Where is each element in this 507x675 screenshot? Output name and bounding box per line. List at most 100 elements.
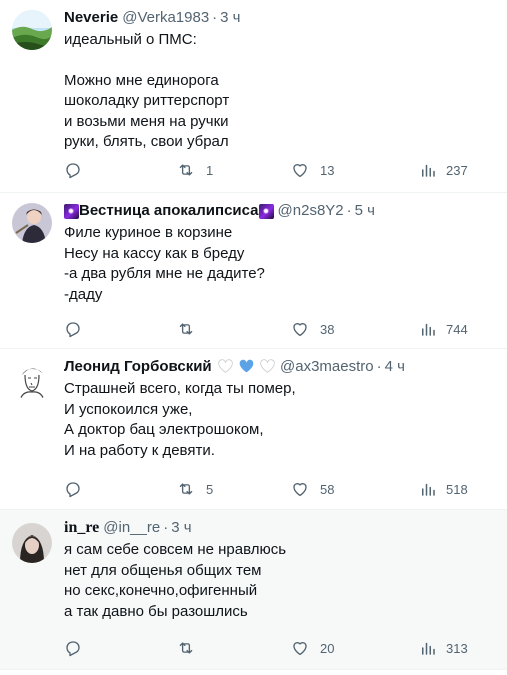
reply-button[interactable] (64, 319, 92, 339)
tweet-header: Neverie @Verka1983 · 3 ч (64, 8, 497, 28)
tweet-line: Страшней всего, когда ты помер, (64, 380, 296, 397)
tweet-actions: 5 58 518 (64, 479, 483, 499)
like-button[interactable]: 38 (290, 319, 334, 339)
tweet-line: нет для общенья общих тем (64, 561, 262, 579)
tweet-header: Вестница апокалипсиса @n2s8Y2 · 5 ч (64, 201, 497, 221)
tweet[interactable]: Леонид Горбовский @ax3maestro · 4 ч Стра… (0, 349, 507, 510)
view-count: 237 (446, 162, 468, 178)
timestamp[interactable]: 3 ч (171, 518, 191, 538)
timestamp[interactable]: 5 ч (355, 201, 375, 221)
tweet-text: Страшней всего, когда ты помер, И успоко… (64, 379, 497, 461)
tweet-text: идеальный о ПМС: Можно мне единорога шок… (64, 30, 497, 153)
view-count: 518 (446, 481, 468, 497)
tweet-line: -а два рубля мне не дадите? (64, 265, 265, 282)
display-name[interactable]: Вестница апокалипсиса (79, 201, 259, 221)
display-name[interactable]: in_re (64, 518, 99, 538)
view-count: 313 (446, 640, 468, 656)
galaxy-emoji-icon (64, 203, 79, 219)
timestamp[interactable]: 3 ч (220, 8, 240, 28)
photo-avatar-image (12, 523, 52, 563)
retweet-button[interactable]: 5 (176, 479, 213, 499)
display-name[interactable]: Neverie (64, 8, 118, 28)
username[interactable]: @ax3maestro (280, 357, 374, 377)
tweet-line: -даду (64, 285, 103, 303)
views-button[interactable]: 313 (420, 638, 468, 658)
retweet-button[interactable] (176, 638, 206, 658)
tweet-header: Леонид Горбовский @ax3maestro · 4 ч (64, 357, 497, 377)
avatar[interactable] (12, 523, 52, 563)
tweet-line: я сам себе совсем не нравлюсь (64, 541, 287, 558)
tweet-line: Можно мне единорога (64, 71, 219, 89)
retweet-icon (179, 323, 193, 335)
views-chart-icon (422, 323, 435, 336)
tweet-line: но секс,конечно,офигенный (64, 582, 258, 599)
username[interactable]: @in__re (103, 518, 160, 538)
tweet-line: идеальный о ПМС: (64, 31, 197, 48)
tweet-line (64, 51, 497, 71)
views-button[interactable]: 237 (420, 160, 468, 180)
like-count: 58 (320, 481, 335, 497)
heart-icon (293, 164, 307, 178)
like-count: 13 (320, 162, 335, 178)
retweet-button[interactable] (176, 319, 206, 339)
tweet-line: а так давно бы разошлись (64, 602, 248, 620)
white-heart-icon (260, 359, 275, 373)
blue-heart-icon (239, 359, 254, 373)
avatar[interactable] (12, 203, 52, 243)
like-button[interactable]: 13 (290, 160, 334, 180)
separator-dot: · (163, 519, 169, 536)
tweet-line: руки, блять, свои убрал (64, 133, 229, 150)
reply-button[interactable] (64, 479, 92, 499)
like-count: 38 (320, 321, 335, 337)
heart-icon (293, 483, 307, 497)
views-button[interactable]: 744 (420, 319, 468, 339)
tweet[interactable]: Вестница апокалипсиса @n2s8Y2 · 5 ч Филе… (0, 193, 507, 349)
heart-icon (293, 323, 307, 337)
reply-button[interactable] (64, 638, 92, 658)
tweet-line: А доктор бац электрошоком, (64, 421, 264, 438)
hearts-emoji-group (217, 357, 276, 377)
retweet-button[interactable]: 1 (176, 160, 213, 180)
heart-icon (293, 642, 307, 656)
view-count: 744 (446, 321, 468, 337)
reply-icon (66, 641, 80, 657)
tweet-actions: 20 313 (64, 638, 483, 658)
tweet-actions: 38 744 (64, 319, 483, 339)
reply-icon (66, 322, 80, 338)
retweet-count: 5 (206, 481, 214, 497)
avatar[interactable] (12, 361, 52, 401)
display-name[interactable]: Леонид Горбовский (64, 357, 212, 377)
timestamp[interactable]: 4 ч (385, 357, 405, 377)
tweet-line: шоколадку риттерспорт (64, 92, 230, 109)
username[interactable]: @n2s8Y2 (278, 201, 344, 221)
reply-icon (66, 482, 80, 498)
tweet[interactable]: in_re @in__re · 3 ч я сам себе совсем не… (0, 510, 507, 670)
separator-dot: · (212, 9, 218, 26)
tweet-line: Несу на кассу как в бреду (64, 244, 245, 262)
tweet[interactable]: Neverie @Verka1983 · 3 ч идеальный о ПМС… (0, 0, 507, 193)
tweet-line: и возьми меня на ручки (64, 112, 229, 130)
separator-dot: · (346, 202, 352, 219)
retweet-count: 1 (206, 162, 214, 178)
retweet-icon (179, 642, 193, 654)
like-button[interactable]: 20 (290, 638, 334, 658)
separator-dot: · (376, 358, 382, 375)
tweet-actions: 1 13 237 (64, 160, 483, 180)
character-avatar-image (12, 203, 52, 243)
reply-button[interactable] (64, 160, 92, 180)
tweet-line: И успокоился уже, (64, 400, 193, 418)
tweet-header: in_re @in__re · 3 ч (64, 518, 497, 538)
tweet-text: Филе куриное в корзине Несу на кассу как… (64, 223, 497, 305)
tweet-line: И на работу к девяти. (64, 441, 215, 459)
username[interactable]: @Verka1983 (122, 8, 209, 28)
sketch-portrait-avatar-image (12, 361, 52, 401)
like-button[interactable]: 58 (290, 479, 334, 499)
tweet-line: Филе куриное в корзине (64, 224, 233, 241)
like-count: 20 (320, 640, 335, 656)
tweet-text: я сам себе совсем не нравлюсь нет для об… (64, 540, 497, 622)
timeline-feed: Neverie @Verka1983 · 3 ч идеальный о ПМС… (0, 0, 507, 675)
avatar[interactable] (12, 10, 52, 50)
views-button[interactable]: 518 (420, 479, 468, 499)
galaxy-emoji-icon (258, 203, 274, 219)
views-chart-icon (422, 483, 435, 496)
